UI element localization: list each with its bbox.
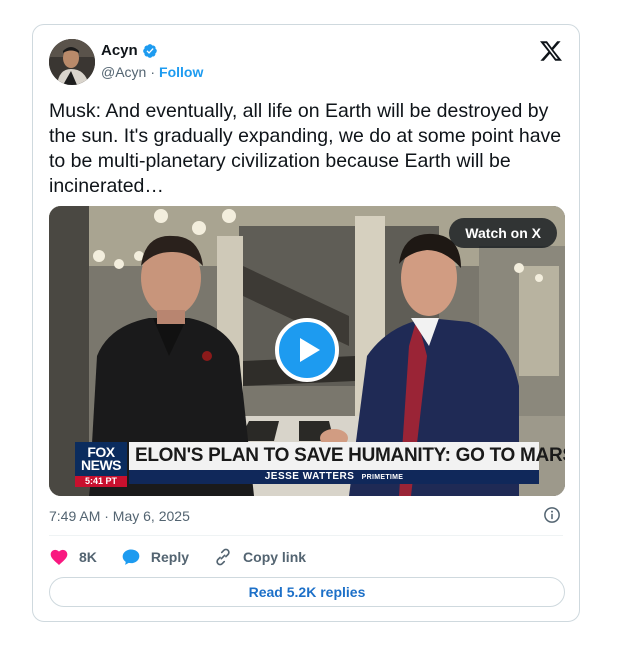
fox-logo-bottom: NEWS <box>81 457 122 473</box>
copy-link-label: Copy link <box>243 549 307 565</box>
author-name[interactable]: Acyn <box>101 42 138 59</box>
tweet-text: Musk: And eventually, all life on Earth … <box>49 100 562 197</box>
verified-badge-icon <box>142 43 157 58</box>
video-thumbnail[interactable]: Watch on X FOX NEWS 5:41 PT ELON'S PLAN … <box>49 206 565 496</box>
x-logo-icon[interactable] <box>539 39 563 63</box>
author-avatar[interactable] <box>49 39 95 85</box>
fox-news-logo: FOX NEWS 5:41 PT <box>75 442 127 487</box>
read-replies-button[interactable]: Read 5.2K replies <box>49 577 565 607</box>
reply-button[interactable]: Reply <box>121 547 189 567</box>
avatar-image <box>49 39 95 85</box>
chyron-headline: ELON'S PLAN TO SAVE HUMANITY: GO TO MARS <box>129 442 565 470</box>
play-button[interactable] <box>275 318 339 382</box>
author-handle[interactable]: @Acyn <box>101 64 146 80</box>
like-count: 8K <box>79 549 97 565</box>
handle-separator: · <box>150 64 156 80</box>
tweet-timestamp[interactable]: 7:49 AM · May 6, 2025 <box>49 508 190 524</box>
link-icon <box>216 548 230 566</box>
heart-icon <box>50 549 68 565</box>
embedded-tweet-card: Acyn @Acyn · Follow Musk: And eventually… <box>32 24 580 622</box>
show-name: JESSE WATTERS <box>264 471 355 482</box>
follow-button[interactable]: Follow <box>159 64 203 80</box>
divider <box>49 535 563 536</box>
like-button[interactable]: 8K <box>49 547 97 567</box>
broadcast-time: 5:41 PT <box>75 476 127 487</box>
action-bar: 8K Reply Copy link <box>49 545 330 569</box>
reply-bubble-icon <box>122 549 140 565</box>
chyron-show-bar: JESSE WATTERS PRIMETIME <box>129 470 539 484</box>
copy-link-button[interactable]: Copy link <box>213 547 306 567</box>
show-suffix: PRIMETIME <box>361 474 404 481</box>
play-icon <box>300 338 320 362</box>
info-icon[interactable] <box>543 506 561 524</box>
news-chyron: FOX NEWS 5:41 PT ELON'S PLAN TO SAVE HUM… <box>75 442 565 487</box>
watch-on-x-button[interactable]: Watch on X <box>449 218 557 248</box>
reply-label: Reply <box>150 549 190 565</box>
